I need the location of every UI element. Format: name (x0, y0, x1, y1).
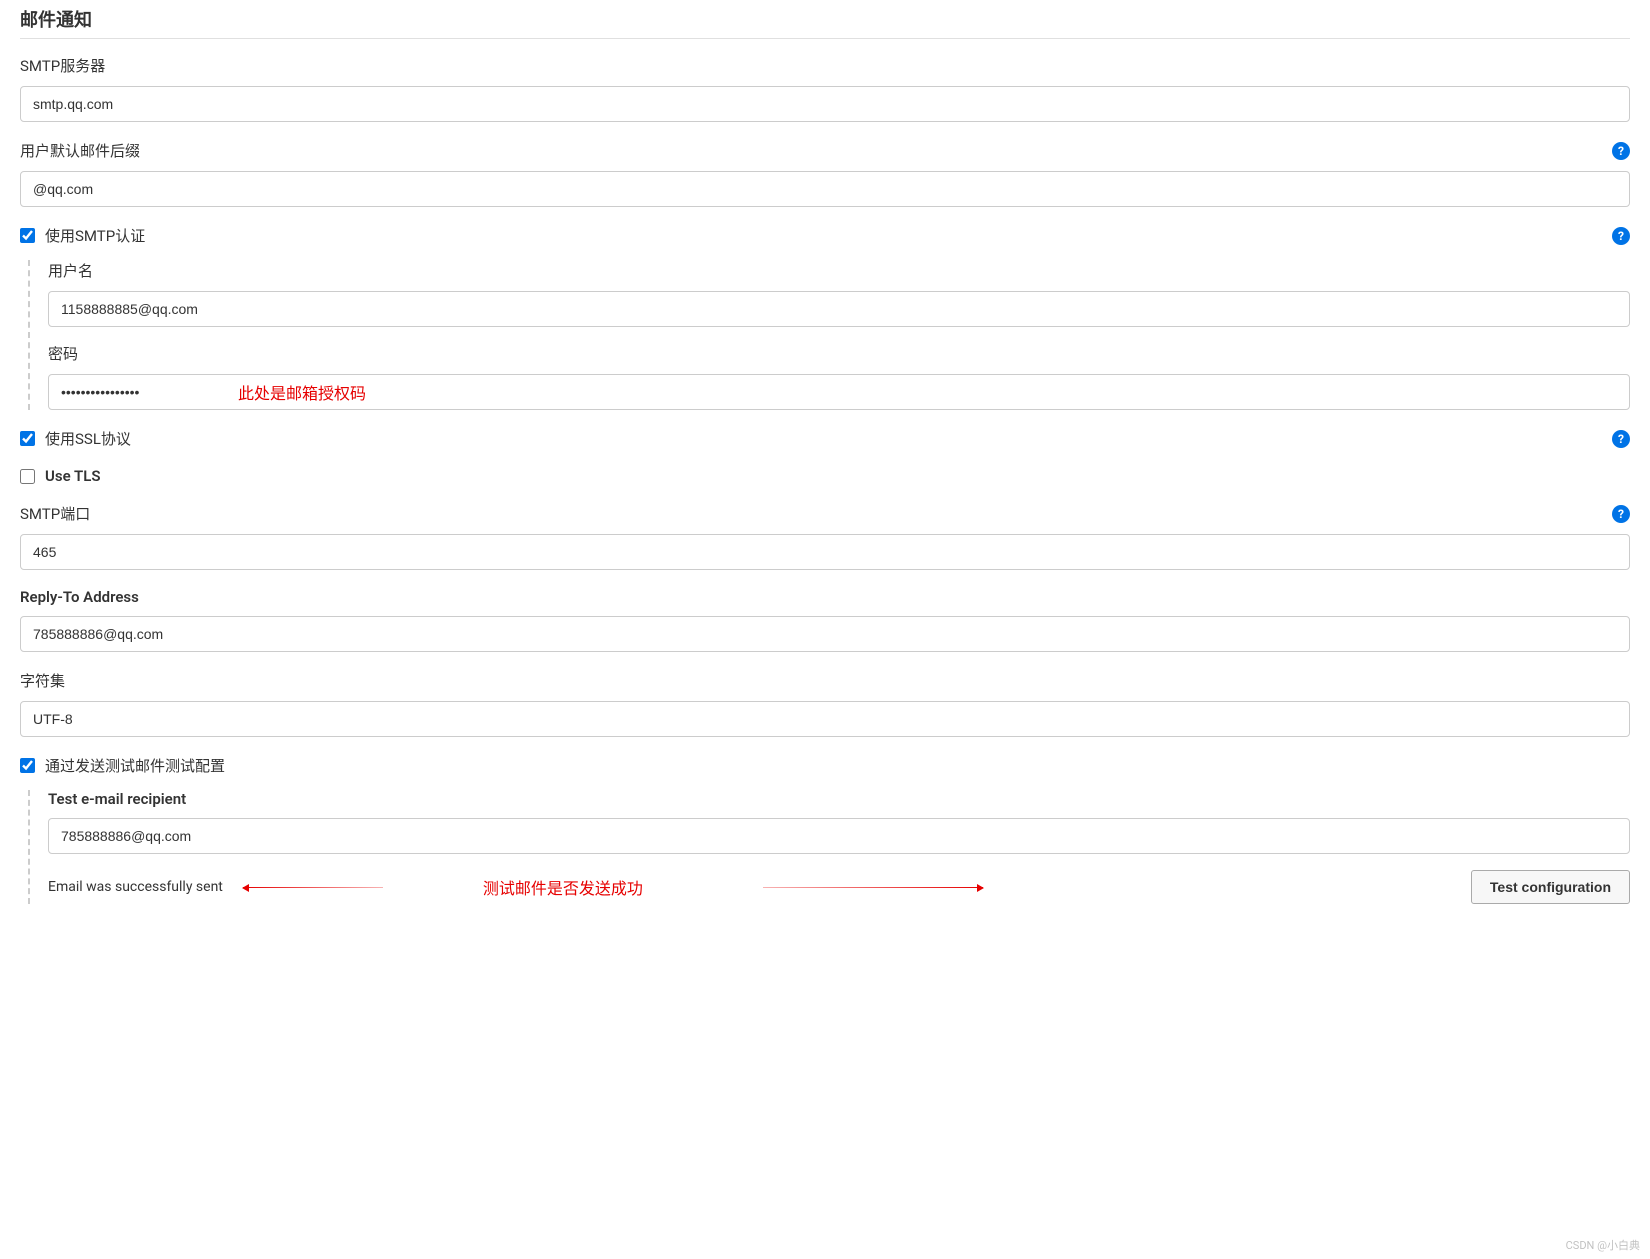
arrow-left-icon (243, 887, 383, 888)
field-default-suffix: 用户默认邮件后缀 ? (20, 140, 1630, 207)
use-ssl-label: 使用SSL协议 (45, 428, 131, 449)
watermark: CSDN @小白典 (1566, 1237, 1640, 1253)
field-charset: 字符集 (20, 670, 1630, 737)
field-use-tls: Use TLS (20, 467, 1630, 485)
test-result-row: Email was successfully sent 测试邮件是否发送成功 T… (48, 870, 1630, 904)
charset-label: 字符集 (20, 670, 65, 691)
test-config-checkbox[interactable] (20, 758, 35, 773)
charset-input[interactable] (20, 701, 1630, 737)
use-ssl-checkbox[interactable] (20, 431, 35, 446)
section-title: 邮件通知 (20, 0, 1630, 39)
use-tls-label: Use TLS (45, 467, 100, 485)
use-tls-checkbox[interactable] (20, 469, 35, 484)
help-icon[interactable]: ? (1612, 430, 1630, 448)
field-test-config: 通过发送测试邮件测试配置 Test e-mail recipient Email… (20, 755, 1630, 904)
test-annotation: 测试邮件是否发送成功 (483, 875, 643, 899)
default-suffix-label: 用户默认邮件后缀 (20, 140, 140, 161)
smtp-port-input[interactable] (20, 534, 1630, 570)
reply-to-input[interactable] (20, 616, 1630, 652)
password-input[interactable] (48, 374, 1630, 410)
smtp-auth-checkbox[interactable] (20, 228, 35, 243)
field-smtp-server: SMTP服务器 (20, 55, 1630, 122)
test-recipient-label: Test e-mail recipient (48, 790, 1630, 808)
test-recipient-input[interactable] (48, 818, 1630, 854)
smtp-port-label: SMTP端口 (20, 503, 90, 524)
test-status-text: Email was successfully sent (48, 879, 223, 895)
arrow-right-icon (763, 887, 983, 888)
username-label: 用户名 (48, 260, 1630, 281)
help-icon[interactable]: ? (1612, 505, 1630, 523)
field-use-ssl: 使用SSL协议 ? (20, 428, 1630, 449)
default-suffix-input[interactable] (20, 171, 1630, 207)
test-config-label: 通过发送测试邮件测试配置 (45, 755, 225, 776)
reply-to-label: Reply-To Address (20, 588, 139, 606)
help-icon[interactable]: ? (1612, 142, 1630, 160)
smtp-auth-label: 使用SMTP认证 (45, 225, 145, 246)
username-input[interactable] (48, 291, 1630, 327)
help-icon[interactable]: ? (1612, 227, 1630, 245)
test-configuration-button[interactable]: Test configuration (1471, 870, 1630, 904)
field-reply-to: Reply-To Address (20, 588, 1630, 652)
field-smtp-port: SMTP端口 ? (20, 503, 1630, 570)
password-label: 密码 (48, 343, 1630, 364)
smtp-auth-nested: 用户名 密码 此处是邮箱授权码 (28, 260, 1630, 410)
field-smtp-auth: 使用SMTP认证 ? 用户名 密码 此处是邮箱授权码 (20, 225, 1630, 410)
smtp-server-label: SMTP服务器 (20, 55, 105, 76)
test-config-nested: Test e-mail recipient Email was successf… (28, 790, 1630, 904)
smtp-server-input[interactable] (20, 86, 1630, 122)
